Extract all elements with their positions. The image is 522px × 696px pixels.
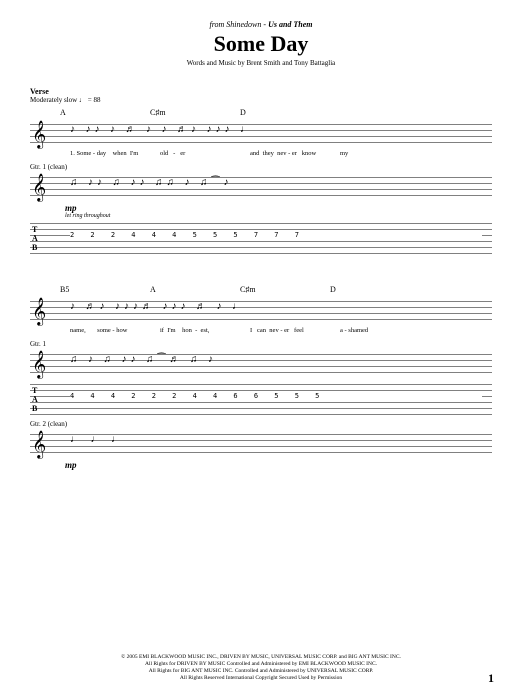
copyright-block: © 2005 EMI BLACKWOOD MUSIC INC., DRIVEN … bbox=[0, 654, 522, 682]
tab-numbers: 2 2 2 4 4 4 5 5 5 7 7 7 bbox=[70, 231, 482, 239]
chord-symbol bbox=[330, 108, 420, 117]
chord-symbol: A bbox=[150, 285, 240, 294]
tab-staff: TAB 2 2 2 4 4 4 5 5 5 7 7 7 bbox=[30, 219, 492, 255]
source-prefix: from Shinedown - bbox=[209, 20, 268, 29]
lyric-segment: and they nev - er know bbox=[250, 150, 340, 157]
songwriter-credits: Words and Music by Brent Smith and Tony … bbox=[30, 59, 492, 67]
copyright-line: All Rights for BIG ANT MUSIC INC. Contro… bbox=[0, 668, 522, 675]
source-line: from Shinedown - Us and Them bbox=[30, 20, 492, 29]
dynamic-marking: mp bbox=[65, 460, 492, 470]
tab-staff: TAB 4 4 4 2 2 2 4 4 6 6 5 5 5 bbox=[30, 380, 492, 416]
guitar2-staff: 𝄞 ♩ ♩ ♩ bbox=[30, 428, 492, 458]
lyric-segment: name, some - how bbox=[70, 327, 160, 334]
copyright-line: All Rights Reserved International Copyri… bbox=[0, 675, 522, 682]
song-title: Some Day bbox=[30, 31, 492, 57]
header: from Shinedown - Us and Them Some Day Wo… bbox=[30, 20, 492, 67]
lyric-segment: 1. Some - day when I'm bbox=[70, 150, 160, 157]
chord-symbol: D bbox=[240, 108, 330, 117]
page-number: 1 bbox=[488, 671, 494, 686]
music-system-1: A C♯m D 𝄞 ♪ ♪♪ ♪ ♬ ♪ ♪ ♬♪ ♪♪♪ ♩ 1. Some … bbox=[30, 108, 492, 255]
guitar-staff: 𝄞 ♫ ♪♪ ♫ ♪♪ ♫♫ ♪ ♫⁀♪ bbox=[30, 171, 492, 201]
copyright-line: All Rights for DRIVEN BY MUSIC Controlle… bbox=[0, 661, 522, 668]
treble-clef-icon: 𝄞 bbox=[32, 299, 46, 326]
notation-placeholder: ♫ ♪ ♫ ♪♪ ♫⁀♬ ♫ ♪ bbox=[70, 354, 482, 374]
tab-clef-icon: TAB bbox=[32, 225, 38, 252]
notation-placeholder: ♫ ♪♪ ♫ ♪♪ ♫♫ ♪ ♫⁀♪ bbox=[70, 177, 482, 197]
guitar-part-label: Gtr. 1 bbox=[30, 340, 492, 348]
notation-placeholder: ♪ ♬♪ ♪♪♪♬ ♪♪♪ ♬ ♪ ♩ bbox=[70, 301, 482, 321]
lyrics-row: name, some - how if I'm hon - est, I can… bbox=[70, 327, 492, 334]
vocal-staff: 𝄞 ♪ ♬♪ ♪♪♪♬ ♪♪♪ ♬ ♪ ♩ bbox=[30, 295, 492, 325]
tab-numbers: 4 4 4 2 2 2 4 4 6 6 5 5 5 bbox=[70, 392, 482, 400]
sheet-music-page: from Shinedown - Us and Them Some Day Wo… bbox=[0, 0, 522, 510]
copyright-line: © 2005 EMI BLACKWOOD MUSIC INC., DRIVEN … bbox=[0, 654, 522, 661]
lyric-segment: a - shamed bbox=[340, 327, 430, 334]
section-label: Verse bbox=[30, 87, 492, 96]
lyric-segment: I can nev - er feel bbox=[250, 327, 340, 334]
lyrics-row: 1. Some - day when I'm old - er and they… bbox=[70, 150, 492, 157]
music-system-2: B5 A C♯m D 𝄞 ♪ ♬♪ ♪♪♪♬ ♪♪♪ ♬ ♪ ♩ name, s… bbox=[30, 285, 492, 470]
chord-row: B5 A C♯m D bbox=[60, 285, 492, 294]
album-title: Us and Them bbox=[268, 20, 312, 29]
treble-clef-icon: 𝄞 bbox=[32, 352, 46, 379]
notation-placeholder: ♪ ♪♪ ♪ ♬ ♪ ♪ ♬♪ ♪♪♪ ♩ bbox=[70, 124, 482, 144]
tab-clef-icon: TAB bbox=[32, 386, 38, 413]
guitar-staff: 𝄞 ♫ ♪ ♫ ♪♪ ♫⁀♬ ♫ ♪ bbox=[30, 348, 492, 378]
tempo-marking: Moderately slow ♩ = 88 bbox=[30, 96, 492, 104]
notation-placeholder: ♩ ♩ ♩ bbox=[70, 434, 482, 454]
treble-clef-icon: 𝄞 bbox=[32, 432, 46, 459]
treble-clef-icon: 𝄞 bbox=[32, 122, 46, 149]
chord-row: A C♯m D bbox=[60, 108, 492, 117]
lyric-segment: old - er bbox=[160, 150, 250, 157]
lyric-segment: if I'm hon - est, bbox=[160, 327, 250, 334]
chord-symbol: D bbox=[330, 285, 420, 294]
treble-clef-icon: 𝄞 bbox=[32, 175, 46, 202]
chord-symbol: C♯m bbox=[150, 108, 240, 117]
vocal-staff: 𝄞 ♪ ♪♪ ♪ ♬ ♪ ♪ ♬♪ ♪♪♪ ♩ bbox=[30, 118, 492, 148]
chord-symbol: A bbox=[60, 108, 150, 117]
guitar-part-label: Gtr. 1 (clean) bbox=[30, 163, 492, 171]
chord-symbol: B5 bbox=[60, 285, 150, 294]
lyric-segment: my bbox=[340, 150, 430, 157]
guitar-part-label: Gtr. 2 (clean) bbox=[30, 420, 492, 428]
chord-symbol: C♯m bbox=[240, 285, 330, 294]
dynamic-marking: mp bbox=[65, 203, 492, 213]
